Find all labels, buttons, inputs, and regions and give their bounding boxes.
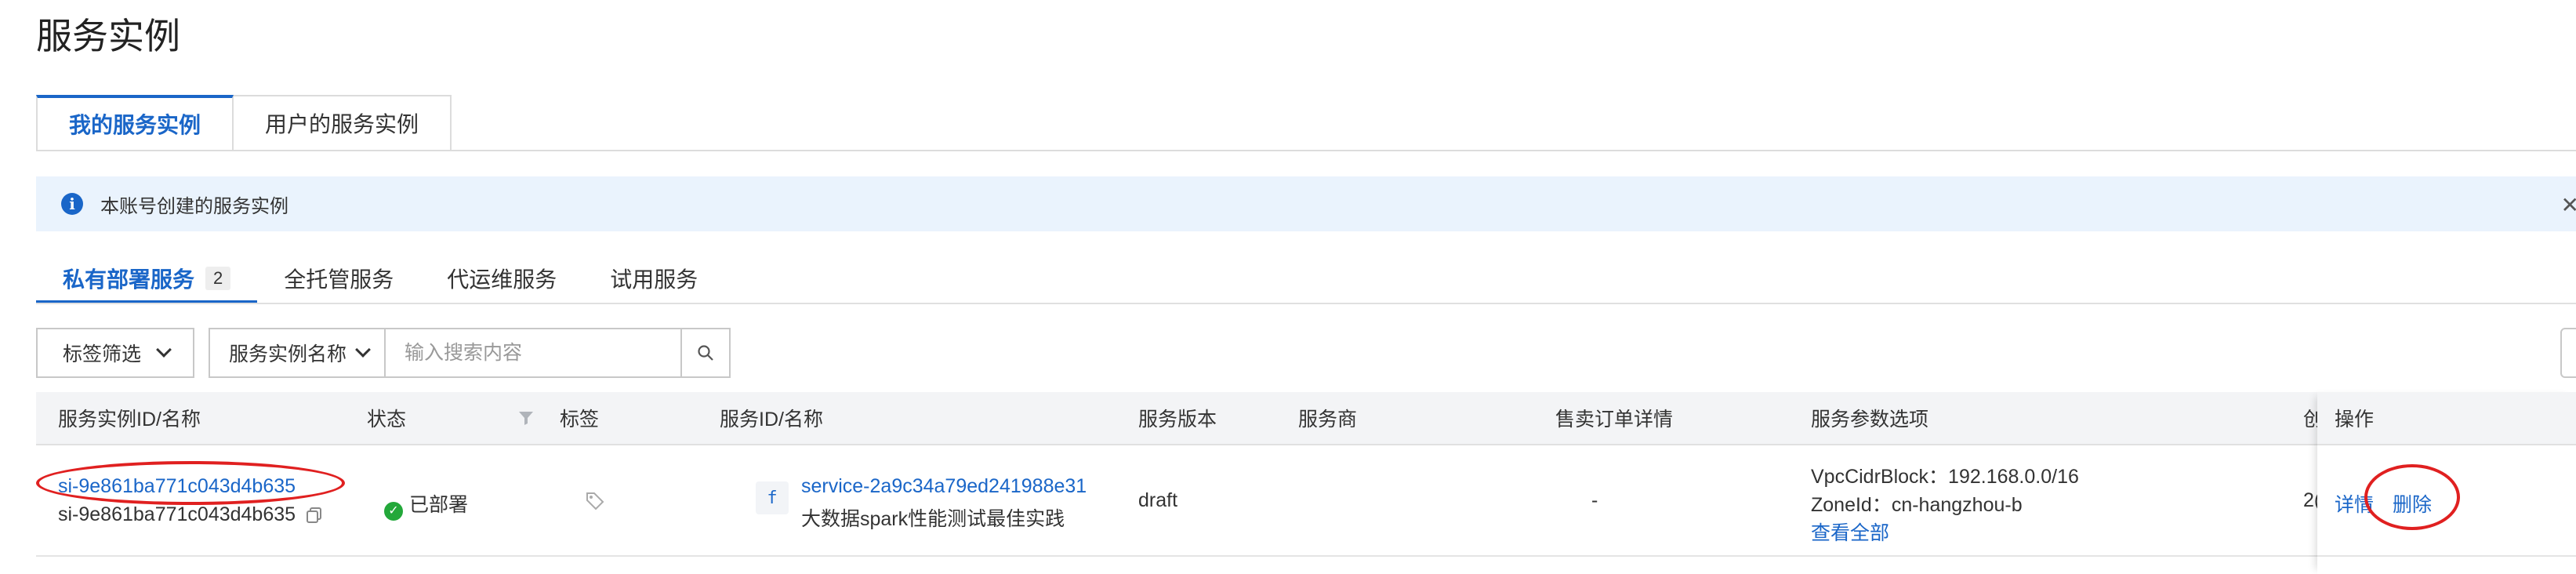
instance-owner-tabs: 我的服务实例 用户的服务实例	[36, 95, 452, 151]
chevron-down-icon	[156, 342, 172, 358]
tab-managed-ops[interactable]: 代运维服务	[420, 252, 583, 304]
tab-private-deploy[interactable]: 私有部署服务 2	[36, 252, 258, 304]
search-button[interactable]	[680, 329, 729, 376]
search-input[interactable]	[386, 329, 680, 376]
search-group: 服务实例名称	[209, 328, 731, 378]
service-name: 大数据spark性能测试最佳实践	[801, 508, 1065, 530]
copy-icon[interactable]	[306, 507, 323, 524]
detail-link[interactable]: 详情	[2335, 489, 2374, 518]
operations-cell: 详情 删除	[2317, 445, 2576, 557]
col-service-id: 服务ID/名称	[720, 409, 823, 430]
tab-fully-managed[interactable]: 全托管服务	[257, 252, 420, 304]
table-header: 服务实例ID/名称 状态 标签 服务ID/名称 服务版本 服务商 售卖订单详情 …	[36, 392, 2576, 445]
col-version: 服务版本	[1138, 409, 1217, 430]
info-icon: i	[61, 193, 83, 215]
page-title: 服务实例	[36, 16, 180, 56]
version-value: draft	[1138, 489, 1178, 511]
col-actions: 操作	[2317, 392, 2576, 445]
service-logo-icon: f	[756, 481, 789, 514]
service-id-link[interactable]: service-2a9c34a79ed241988e31	[801, 475, 1087, 498]
col-order-details: 售卖订单详情	[1555, 409, 1674, 430]
tag-filter-label: 标签筛选	[63, 343, 142, 365]
col-instance-id: 服务实例ID/名称	[58, 409, 201, 430]
search-icon	[698, 345, 713, 361]
col-tags: 标签	[560, 409, 600, 430]
instance-id-link[interactable]: si-9e861ba771c043d4b635	[58, 475, 296, 498]
chevron-down-icon	[355, 342, 371, 358]
col-params: 服务参数选项	[1811, 409, 1929, 430]
count-badge: 2	[205, 267, 231, 290]
tag-icon[interactable]	[585, 491, 605, 511]
service-type-tabs: 私有部署服务 2 全托管服务 代运维服务 试用服务	[36, 252, 724, 304]
banner-text: 本账号创建的服务实例	[100, 195, 288, 217]
search-field-select[interactable]: 服务实例名称	[210, 329, 386, 376]
table-row: si-9e861ba771c043d4b635 si-9e861ba771c04…	[36, 445, 2576, 557]
tab-trial[interactable]: 试用服务	[583, 252, 724, 304]
delete-link[interactable]: 删除	[2393, 489, 2432, 518]
view-all-params-link[interactable]: 查看全部	[1811, 518, 1889, 546]
close-icon[interactable]: ✕	[2561, 192, 2576, 218]
filter-icon[interactable]	[517, 409, 535, 427]
col-vendor: 服务商	[1298, 409, 1358, 430]
tab-my-instances[interactable]: 我的服务实例	[36, 95, 234, 151]
operations-column: 操作 详情 删除	[2317, 392, 2576, 574]
instance-name: si-9e861ba771c043d4b635	[58, 503, 323, 526]
param-zone: ZoneId：cn-hangzhou-b	[1811, 494, 2023, 516]
check-circle-icon: ✓	[384, 502, 403, 521]
instance-name-text: si-9e861ba771c043d4b635	[58, 503, 296, 525]
status-cell: ✓ 已部署	[384, 489, 468, 521]
tab-label: 私有部署服务	[63, 267, 195, 292]
refresh-button[interactable]	[2560, 328, 2576, 378]
order-details-value: -	[1591, 489, 1598, 511]
col-status: 状态	[367, 409, 407, 430]
sub-tabs-divider	[36, 303, 2576, 304]
status-text: 已部署	[409, 494, 469, 516]
tag-filter-dropdown[interactable]: 标签筛选	[36, 328, 194, 378]
search-field-label: 服务实例名称	[229, 343, 347, 365]
param-vpc: VpcCidrBlock：192.168.0.0/16	[1811, 466, 2079, 488]
tab-user-instances[interactable]: 用户的服务实例	[234, 95, 452, 151]
info-banner: i 本账号创建的服务实例 ✕	[36, 176, 2576, 231]
tabs-divider	[36, 150, 2576, 151]
